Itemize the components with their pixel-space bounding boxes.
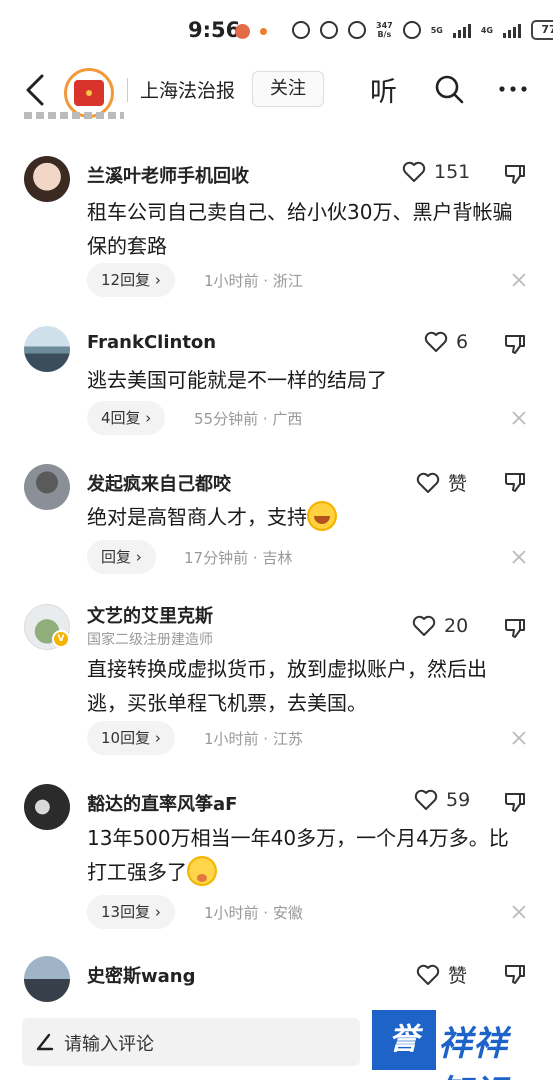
like-count: 151 — [434, 161, 471, 183]
avatar[interactable] — [24, 464, 70, 510]
speed-unit: B/s — [377, 30, 392, 39]
comment-meta: 17分钟前 · 吉林 — [184, 549, 293, 567]
comment-meta: 1小时前 · 浙江 — [204, 272, 303, 290]
comment-username[interactable]: 兰溪叶老师手机回收 — [87, 162, 249, 188]
comment-username[interactable]: 发起疯来自己都咬 — [87, 470, 231, 496]
comment-text: 绝对是高智商人才，支持 — [87, 500, 517, 534]
reply-count-button[interactable]: 13回复 › — [87, 895, 175, 929]
thinking-emoji-icon — [187, 855, 217, 886]
comment-username[interactable]: 史密斯wang — [87, 962, 195, 988]
like-button[interactable]: 赞 — [416, 469, 467, 496]
heart-icon — [416, 472, 440, 493]
more-icon[interactable] — [496, 72, 530, 106]
dislike-icon[interactable] — [503, 162, 527, 186]
dislike-icon[interactable] — [503, 962, 527, 986]
dislike-icon[interactable] — [503, 616, 527, 640]
dislike-icon[interactable] — [503, 790, 527, 814]
top-header: 上海法治报 关注 听 — [0, 62, 553, 118]
pen-icon — [36, 1033, 54, 1051]
speed-value: 347 — [376, 21, 393, 30]
search-icon[interactable] — [432, 72, 466, 106]
laughing-crying-emoji-icon — [307, 500, 337, 531]
network-type-2: 4G — [480, 25, 493, 35]
heart-icon — [424, 331, 448, 352]
avatar[interactable] — [24, 156, 70, 202]
user-title: 国家二级注册建造师 — [87, 632, 213, 648]
comment-username[interactable]: 豁达的直率风筝aF — [87, 790, 237, 816]
close-icon[interactable] — [511, 904, 527, 920]
clipped-previous-meta — [24, 112, 144, 120]
heart-icon — [402, 161, 426, 182]
watermark-block: 誉 — [372, 1010, 436, 1070]
heart-icon — [416, 964, 440, 985]
back-arrow-icon[interactable] — [20, 72, 52, 108]
eye-icon — [320, 21, 338, 39]
notification-dot-icon — [260, 28, 267, 35]
watermark-text: 祥祥知识 — [438, 1024, 508, 1080]
like-count: 59 — [446, 789, 471, 811]
like-button[interactable]: 151 — [402, 161, 470, 183]
like-count: 赞 — [448, 473, 468, 495]
comment-input[interactable]: 请输入评论 — [22, 1018, 360, 1066]
notification-icon — [235, 24, 250, 39]
close-icon[interactable] — [511, 410, 527, 426]
signal-icon-2 — [502, 22, 521, 38]
header-divider — [127, 78, 128, 102]
status-bar: 9:56 347 B/s 5G 4G 77 — [0, 0, 553, 62]
heart-icon — [412, 615, 436, 636]
status-time: 9:56 — [188, 18, 241, 42]
like-count: 赞 — [448, 965, 468, 987]
comment-meta: 1小时前 · 江苏 — [204, 730, 303, 748]
like-button[interactable]: 赞 — [416, 961, 467, 988]
comment-text-content: 13年500万相当一年40多万，一个月4万多。比打工强多了 — [87, 826, 509, 884]
reply-count-button[interactable]: 回复 › — [87, 540, 156, 574]
comment-username[interactable]: FrankClinton — [87, 332, 216, 353]
dislike-icon[interactable] — [503, 332, 527, 356]
avatar[interactable] — [24, 956, 70, 1002]
watermark-logo: 誉 祥祥知识 — [372, 1010, 542, 1080]
heart-icon — [414, 789, 438, 810]
comment-text: 逃去美国可能就是不一样的结局了 — [87, 368, 387, 392]
publisher-logo[interactable] — [64, 68, 114, 118]
reply-count-button[interactable]: 12回复 › — [87, 263, 175, 297]
verified-badge-icon: V — [52, 630, 70, 648]
nfc-icon — [292, 21, 310, 39]
like-button[interactable]: 6 — [424, 331, 468, 353]
comment-meta: 55分钟前 · 广西 — [194, 410, 303, 428]
avatar[interactable] — [24, 326, 70, 372]
signal-icon — [452, 22, 471, 38]
reply-count-button[interactable]: 10回复 › — [87, 721, 175, 755]
status-icons: 347 B/s 5G 4G 77 — [292, 20, 553, 40]
close-icon[interactable] — [511, 549, 527, 565]
comment-text: 13年500万相当一年40多万，一个月4万多。比打工强多了 — [87, 821, 517, 889]
like-button[interactable]: 59 — [414, 789, 470, 811]
reply-count-button[interactable]: 4回复 › — [87, 401, 166, 435]
comment-meta: 1小时前 · 安徽 — [204, 904, 303, 922]
alarm-icon — [348, 21, 366, 39]
listen-button[interactable]: 听 — [370, 70, 397, 109]
network-speed: 347 B/s — [376, 21, 393, 39]
like-count: 20 — [444, 615, 469, 637]
comment-text: 直接转换成虚拟货币，放到虚拟账户，然后出逃，买张单程飞机票，去美国。 — [87, 657, 487, 715]
close-icon[interactable] — [511, 730, 527, 746]
follow-button[interactable]: 关注 — [252, 71, 324, 107]
close-icon[interactable] — [511, 272, 527, 288]
like-button[interactable]: 20 — [412, 615, 468, 637]
hotspot-icon — [402, 21, 421, 39]
avatar[interactable] — [24, 784, 70, 830]
dislike-icon[interactable] — [503, 470, 527, 494]
comment-placeholder: 请输入评论 — [64, 1034, 154, 1055]
publisher-name[interactable]: 上海法治报 — [140, 76, 235, 103]
like-count: 6 — [456, 331, 469, 353]
comment-text-content: 绝对是高智商人才，支持 — [87, 505, 307, 529]
comment-username[interactable]: 文艺的艾里克斯 — [87, 602, 213, 628]
comment-text: 租车公司自己卖自己、给小伙30万、黑户背帐骗保的套路 — [87, 200, 513, 258]
network-type-1: 5G — [430, 25, 443, 35]
battery-icon: 77 — [530, 20, 553, 40]
